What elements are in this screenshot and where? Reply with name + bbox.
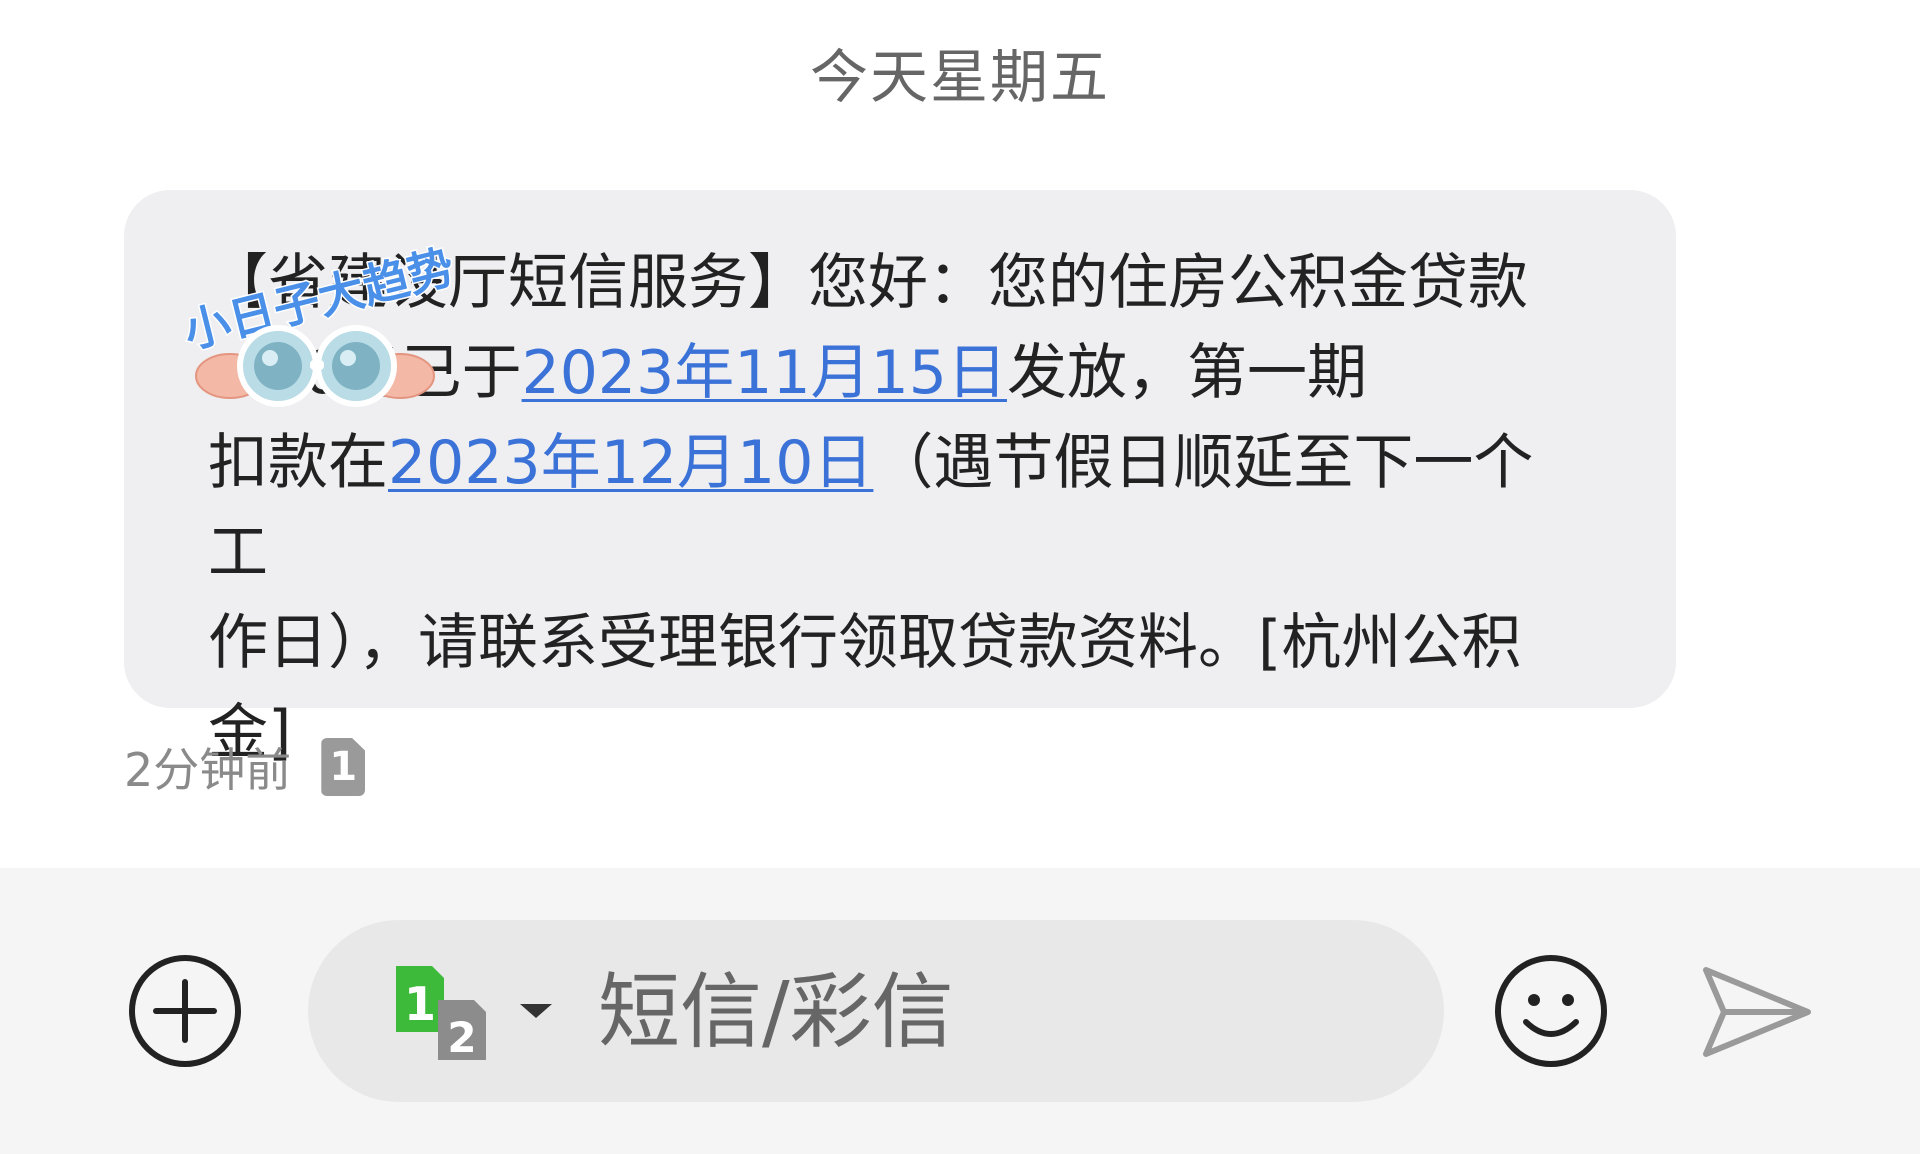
caret-down-icon[interactable] <box>516 1000 556 1020</box>
dual-sim-icon[interactable]: 1 2 <box>394 962 504 1062</box>
message-line-2-suffix: 发放，第一期 <box>1006 338 1367 408</box>
message-time: 2分钟前 <box>124 743 292 797</box>
input-placeholder: 短信/彩信 <box>598 965 954 1060</box>
message-meta: 2分钟前 1 <box>124 734 366 800</box>
svg-text:小日子大趋势: 小日子大趋势 <box>178 240 459 359</box>
sim-switch-secondary: 2 <box>447 1013 476 1062</box>
sim-badge: 1 <box>321 738 366 796</box>
smiley-icon[interactable] <box>1492 952 1610 1070</box>
sim-switch-primary: 1 <box>404 977 436 1031</box>
message-line-4: 作日），请联系受理银行领取贷款资料。[杭州公积 <box>208 608 1522 678</box>
first-debit-date-link[interactable]: 2023年12月10日 <box>388 428 873 498</box>
date-header: 今天星期五 <box>809 43 1110 111</box>
plus-circle-icon[interactable] <box>126 952 244 1070</box>
message-line-3-prefix: 扣款在 <box>208 428 388 498</box>
send-arrow-icon[interactable] <box>1698 962 1816 1062</box>
watermark-sticker-icon: 小日子大趋势 <box>177 238 461 407</box>
disburse-date-link[interactable]: 2023年11月15日 <box>522 338 1007 408</box>
